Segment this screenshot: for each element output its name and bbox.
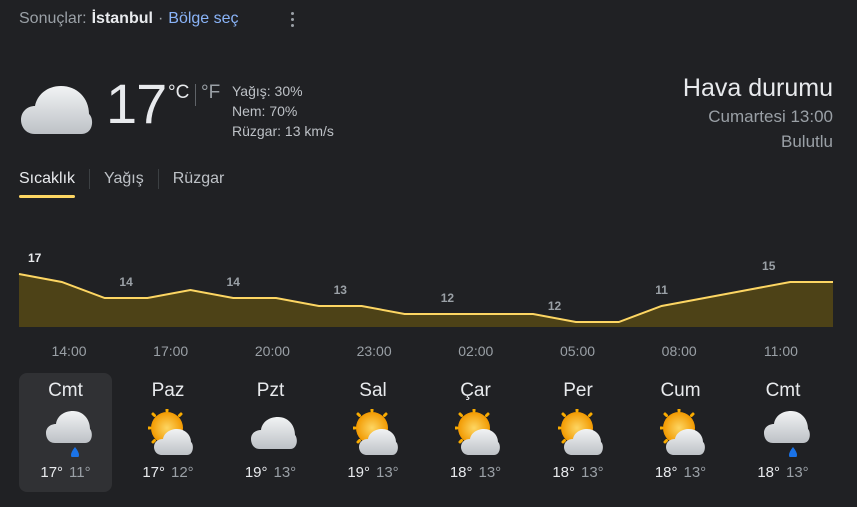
- results-prefix: Sonuçlar:: [19, 10, 87, 27]
- weather-details: Yağış: 30% Nem: 70% Rüzgar: 13 km/s: [232, 81, 334, 141]
- time-label: 17:00: [153, 343, 189, 359]
- low-temp: 13°: [376, 464, 399, 481]
- day-name: Sal: [359, 380, 387, 401]
- cloud-icon: [251, 417, 297, 449]
- partly-sunny-icon: [660, 409, 705, 455]
- high-temp: 17°: [142, 464, 165, 481]
- day-temperatures: 19° 13°: [327, 464, 420, 481]
- day-temperatures: 18° 13°: [532, 464, 625, 481]
- forecast-day[interactable]: Per 18° 13°: [532, 373, 625, 492]
- low-temp: 11°: [69, 464, 91, 481]
- low-temp: 12°: [171, 464, 194, 481]
- time-label: 02:00: [458, 343, 494, 359]
- day-name: Cmt: [765, 380, 801, 401]
- high-temp: 18°: [449, 464, 473, 481]
- day-temperatures: 17° 11°: [19, 464, 112, 481]
- time-label: 20:00: [254, 343, 290, 359]
- day-temperatures: 18° 13°: [737, 464, 830, 481]
- low-temp: 13°: [786, 464, 809, 481]
- day-name: Per: [563, 380, 593, 401]
- partly-sunny-icon: [455, 409, 500, 455]
- high-temp: 18°: [654, 464, 678, 481]
- weather-condition: Bulutlu: [781, 132, 833, 151]
- partly-sunny-icon: [352, 409, 398, 455]
- time-label: 23:00: [356, 343, 392, 359]
- temperature-label: 13: [334, 283, 348, 297]
- forecast-day[interactable]: Cmt 18° 13°: [737, 373, 830, 492]
- low-temp: 13°: [273, 464, 297, 481]
- weather-summary: Hava durumu Cumartesi 13:00 Bulutlu: [683, 72, 833, 154]
- more-options-icon[interactable]: [285, 8, 299, 30]
- weather-title: Hava durumu: [682, 74, 833, 102]
- low-temp: 13°: [683, 464, 707, 481]
- region-select-link[interactable]: Bölge seç: [168, 10, 238, 28]
- day-temperatures: 17° 12°: [122, 464, 215, 481]
- results-bar: Sonuçlar: İstanbul · Bölge seç: [19, 10, 294, 28]
- forecast-day[interactable]: Paz 17° 12°: [122, 373, 215, 492]
- day-temperatures: 18° 13°: [429, 464, 522, 481]
- time-label: 14:00: [51, 343, 87, 359]
- high-temp: 17°: [40, 464, 64, 481]
- high-temp: 19°: [347, 464, 370, 481]
- wind-text: Rüzgar: 13 km/s: [232, 123, 334, 139]
- temperature-area: [19, 274, 833, 327]
- tab-divider: [157, 169, 159, 189]
- day-temperatures: 18° 13°: [634, 464, 727, 481]
- humidity-text: Nem: 70%: [232, 103, 298, 119]
- celsius-toggle[interactable]: °C: [168, 82, 189, 104]
- forecast-day[interactable]: Çar 18° 13°: [429, 373, 522, 492]
- fahrenheit-toggle[interactable]: °F: [201, 82, 220, 104]
- tab-divider: [89, 169, 91, 189]
- tab-precipitation[interactable]: Yağış: [104, 170, 144, 198]
- temperature-label: 12: [548, 299, 562, 313]
- partly-sunny-icon: [147, 409, 193, 455]
- day-temperatures: 19° 13°: [224, 464, 317, 481]
- low-temp: 13°: [581, 464, 604, 481]
- partly-sunny-icon: [557, 409, 603, 455]
- temperature-label: 15: [762, 259, 776, 273]
- high-temp: 18°: [552, 464, 575, 481]
- tab-wind[interactable]: Rüzgar: [173, 170, 225, 198]
- day-name: Çar: [460, 380, 491, 401]
- temperature-chart: 17 14 14 13 12 12 11 15: [18, 251, 833, 327]
- high-temp: 19°: [244, 464, 268, 481]
- temperature-label: 12: [441, 291, 455, 305]
- forecast-day[interactable]: Pzt 19° 13°: [224, 373, 317, 492]
- metric-tabs: Sıcaklık Yağış Rüzgar: [19, 169, 225, 198]
- temperature-label: 17: [28, 251, 42, 265]
- weather-datetime: Cumartesi 13:00: [708, 107, 833, 126]
- forecast-day[interactable]: Cmt 17° 11°: [19, 373, 112, 492]
- day-name: Cum: [660, 380, 701, 401]
- day-name: Paz: [151, 380, 185, 401]
- separator: ·: [157, 10, 164, 27]
- time-label: 08:00: [661, 343, 697, 359]
- current-temperature: 17: [106, 72, 167, 135]
- low-temp: 13°: [478, 464, 502, 481]
- day-name: Pzt: [256, 380, 285, 401]
- day-name: Cmt: [48, 380, 83, 401]
- rain-cloud-icon: [46, 411, 92, 457]
- high-temp: 18°: [757, 464, 780, 481]
- rain-cloud-icon: [763, 411, 810, 457]
- forecast-day[interactable]: Sal 19° 13°: [327, 373, 420, 492]
- cloud-icon: [21, 86, 93, 134]
- temperature-label: 14: [119, 275, 133, 289]
- time-label: 05:00: [559, 343, 596, 359]
- temperature-label: 14: [227, 275, 241, 289]
- forecast-day[interactable]: Cum 18° 13°: [634, 373, 727, 492]
- city-name: İstanbul: [91, 10, 153, 27]
- time-label: 11:00: [763, 343, 798, 359]
- unit-divider: [195, 84, 196, 106]
- tab-temperature[interactable]: Sıcaklık: [19, 170, 76, 198]
- temperature-label: 11: [655, 283, 668, 297]
- precipitation-text: Yağış: 30%: [232, 83, 303, 99]
